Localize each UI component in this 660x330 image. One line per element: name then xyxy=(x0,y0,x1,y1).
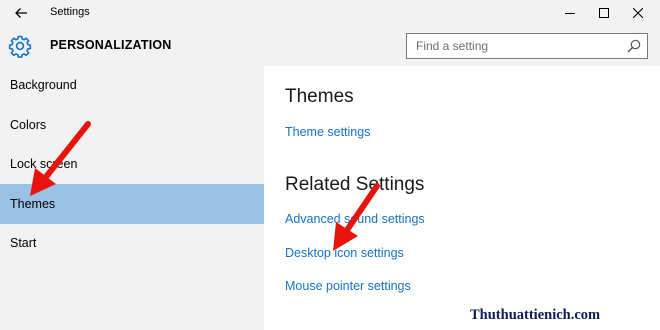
sidebar-item-background[interactable]: Background xyxy=(0,66,264,104)
theme-settings-link[interactable]: Theme settings xyxy=(285,125,370,139)
sidebar-item-start[interactable]: Start xyxy=(0,224,264,262)
window-title: Settings xyxy=(50,6,90,18)
themes-heading: Themes xyxy=(285,86,354,107)
sidebar-item-label: Themes xyxy=(10,197,56,211)
gear-icon xyxy=(8,35,32,58)
sidebar-item-themes[interactable]: Themes xyxy=(0,184,264,224)
minimize-button[interactable] xyxy=(552,0,588,26)
page-title: PERSONALIZATION xyxy=(50,38,172,52)
watermark: Thuthuattienich.com xyxy=(470,307,601,323)
mouse-pointer-settings-link[interactable]: Mouse pointer settings xyxy=(285,279,411,293)
desktop-icon-settings-link[interactable]: Desktop icon settings xyxy=(285,246,404,260)
close-button[interactable] xyxy=(620,0,656,26)
search-icon[interactable] xyxy=(627,39,641,53)
sidebar-item-label: Background xyxy=(10,78,77,92)
sidebar-item-colors[interactable]: Colors xyxy=(0,106,264,144)
title-bar: Settings xyxy=(0,0,660,26)
page-header: PERSONALIZATION xyxy=(0,26,660,66)
advanced-sound-settings-link[interactable]: Advanced sound settings xyxy=(285,212,425,226)
main-content: Themes Theme settings Related Settings A… xyxy=(264,66,660,330)
sidebar-item-label: Colors xyxy=(10,118,47,132)
close-icon xyxy=(633,8,643,18)
back-arrow-icon xyxy=(15,8,27,18)
search-box[interactable] xyxy=(406,33,648,59)
sidebar-item-lock-screen[interactable]: Lock screen xyxy=(0,145,264,183)
back-button[interactable] xyxy=(6,2,36,24)
maximize-button[interactable] xyxy=(586,0,622,26)
search-input[interactable] xyxy=(407,34,622,58)
minimize-icon xyxy=(565,13,575,14)
related-settings-heading: Related Settings xyxy=(285,174,425,195)
sidebar-item-label: Start xyxy=(10,236,37,250)
sidebar-item-label: Lock screen xyxy=(10,157,78,171)
sidebar: Background Colors Lock screen Themes Sta… xyxy=(0,66,264,330)
maximize-icon xyxy=(599,8,609,18)
